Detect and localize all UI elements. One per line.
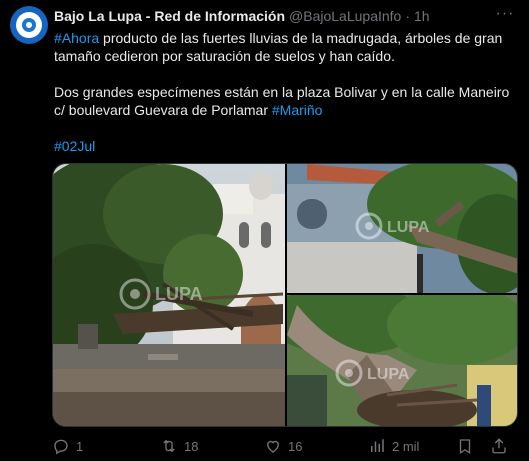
paragraph-3: #02Jul — [54, 137, 520, 155]
photo-plaza-church[interactable]: LUPA — [53, 164, 285, 426]
like-count: 16 — [288, 438, 303, 454]
watermark-text-2: LUPA — [387, 219, 430, 236]
hashtag-ahora[interactable]: #Ahora — [54, 30, 99, 46]
watermark-text-1: LUPA — [155, 284, 203, 304]
more-options-button[interactable]: ··· — [495, 4, 515, 24]
avatar[interactable] — [10, 6, 48, 44]
heart-icon — [267, 440, 279, 453]
paragraph-1-text: producto de las fuertes lluvias de la ma… — [54, 30, 503, 64]
reply-icon — [54, 439, 68, 455]
reply-button[interactable]: 1 — [52, 437, 83, 455]
tweet-header: Bajo La Lupa - Red de Información @BajoL… — [54, 7, 489, 25]
photo-tree-on-building[interactable]: LUPA — [287, 164, 517, 293]
views-icon — [371, 439, 384, 452]
avatar-logo-icon — [16, 12, 42, 38]
more-horizontal-icon: ··· — [495, 5, 515, 22]
action-bar: 1 18 16 2 mil — [52, 436, 522, 456]
media-grid: LUPA LUPA LUPA — [52, 163, 518, 427]
retweet-count: 18 — [184, 438, 199, 454]
like-button[interactable]: 16 — [264, 437, 302, 455]
author-handle[interactable]: @BajoLaLupaInfo — [289, 7, 401, 25]
hashtag-marino[interactable]: #Mariño — [272, 102, 323, 118]
bookmark-icon — [459, 439, 471, 455]
separator-dot: · — [405, 8, 411, 24]
views-count: 2 mil — [392, 438, 420, 454]
author-name[interactable]: Bajo La Lupa - Red de Información — [54, 7, 285, 25]
photo-trunk-closeup[interactable]: LUPA — [287, 295, 517, 426]
watermark-text-3: LUPA — [367, 366, 410, 383]
paragraph-2: Dos grandes especímenes están en la plaz… — [54, 83, 520, 119]
reply-count: 1 — [76, 438, 84, 454]
share-button[interactable] — [490, 437, 508, 455]
views-button[interactable]: 2 mil — [368, 437, 419, 455]
share-icon — [492, 438, 506, 454]
paragraph-1: #Ahora producto de las fuertes lluvias d… — [54, 29, 520, 65]
tweet-text: #Ahora producto de las fuertes lluvias d… — [54, 29, 520, 155]
retweet-icon — [163, 439, 175, 453]
tweet-time[interactable]: 1h — [414, 7, 430, 25]
bookmark-button[interactable] — [456, 437, 474, 455]
hashtag-02jul[interactable]: #02Jul — [54, 138, 95, 154]
retweet-button[interactable]: 18 — [160, 437, 198, 455]
tweet: Bajo La Lupa - Red de Información @BajoL… — [0, 0, 529, 461]
